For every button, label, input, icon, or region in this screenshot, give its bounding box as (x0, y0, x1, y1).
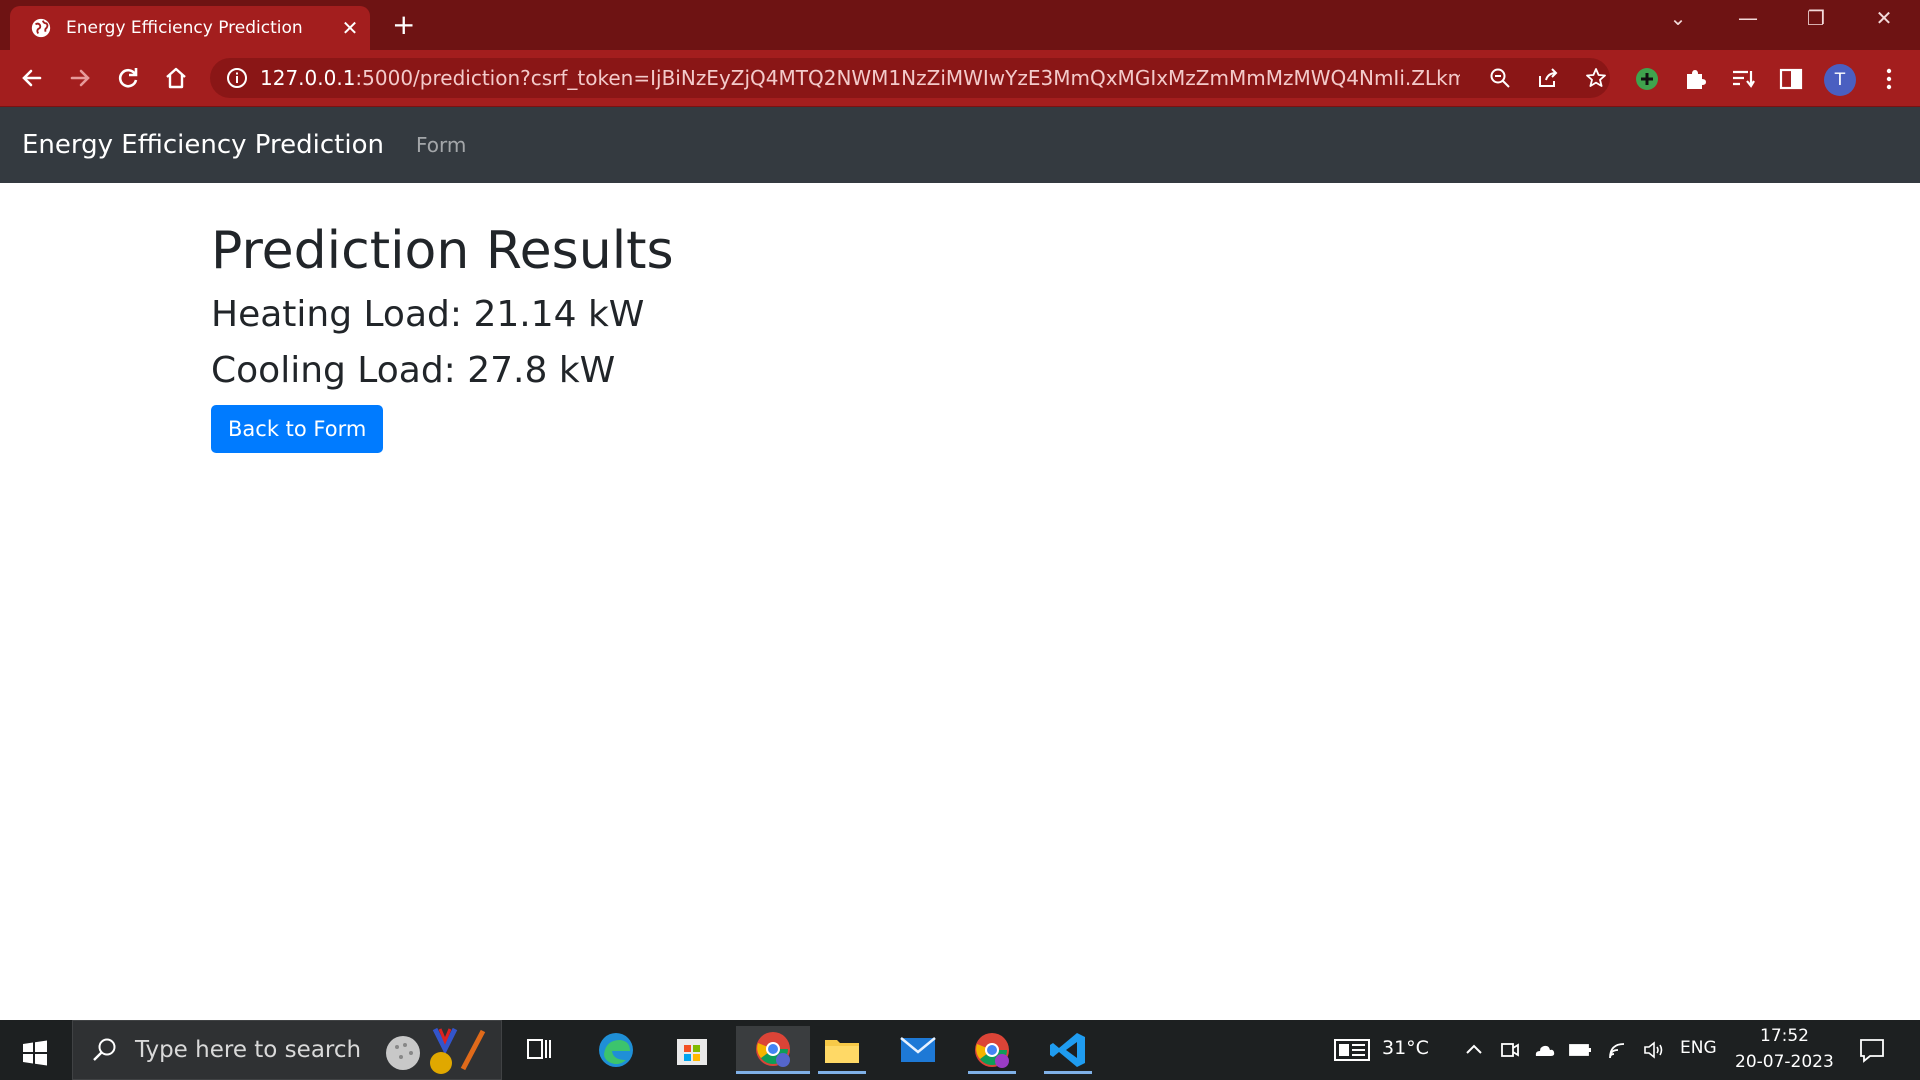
nav-link-form[interactable]: Form (416, 133, 466, 157)
minimize-button[interactable]: — (1728, 6, 1768, 30)
back-arrow-icon[interactable] (16, 62, 48, 94)
reading-list-icon[interactable] (1730, 66, 1756, 92)
search-icon (93, 1038, 116, 1061)
extensions-puzzle-icon[interactable] (1682, 66, 1708, 92)
kebab-menu-icon[interactable] (1876, 66, 1902, 92)
profile-avatar[interactable]: T (1824, 64, 1856, 96)
taskbar-mail[interactable] (888, 1026, 948, 1074)
microsoft-store-icon (677, 1039, 707, 1065)
taskbar-edge[interactable] (586, 1026, 646, 1074)
running-indicator (1044, 1071, 1092, 1074)
folder-icon (825, 1040, 859, 1063)
taskbar-file-explorer[interactable] (812, 1026, 872, 1074)
app-navbar: Energy Efficiency Prediction Form (0, 107, 1920, 183)
back-to-form-button[interactable]: Back to Form (211, 405, 384, 453)
chrome-profile-icon (975, 1033, 1009, 1068)
chevron-up-icon[interactable] (1462, 1038, 1486, 1062)
taskbar-chrome-active[interactable] (736, 1026, 810, 1074)
extension-plus-icon[interactable] (1634, 66, 1660, 92)
bookmark-star-icon[interactable] (1584, 66, 1608, 90)
address-bar[interactable]: 127.0.0.1:5000/prediction?csrf_token=IjB… (210, 58, 1610, 98)
notification-center-icon[interactable] (1858, 1036, 1886, 1064)
taskbar-search-box[interactable]: Type here to search (72, 1020, 502, 1080)
mail-icon (900, 1037, 936, 1062)
browser-tab-strip: Energy Efficiency Prediction ✕ + ⌄ — ❐ ✕ (0, 0, 1920, 50)
window-close-button[interactable]: ✕ (1864, 6, 1904, 30)
restore-button[interactable]: ❐ (1796, 6, 1836, 30)
cooling-load-result: Cooling Load: 27.8 kW (211, 350, 616, 391)
url-host: 127.0.0.1 (260, 66, 356, 90)
site-info-icon[interactable] (226, 67, 248, 89)
battery-icon[interactable] (1568, 1038, 1592, 1062)
windows-taskbar: Type here to search 31°C ENG 17:52 20-07… (0, 1020, 1920, 1080)
tab-close-icon[interactable]: ✕ (330, 16, 370, 40)
url-text[interactable]: 127.0.0.1:5000/prediction?csrf_token=IjB… (260, 66, 1460, 90)
taskbar-chrome-profile[interactable] (962, 1026, 1022, 1074)
input-language[interactable]: ENG (1680, 1038, 1717, 1058)
share-icon[interactable] (1536, 66, 1560, 90)
volume-icon[interactable] (1642, 1038, 1666, 1062)
heating-load-result: Heating Load: 21.14 kW (211, 294, 645, 335)
taskbar-vscode[interactable] (1038, 1026, 1098, 1074)
clock-time[interactable]: 17:52 (1760, 1026, 1809, 1046)
taskbar-store[interactable] (662, 1026, 722, 1074)
running-indicator (818, 1071, 866, 1074)
reload-icon[interactable] (112, 62, 144, 94)
tab-energy-efficiency-prediction[interactable]: Energy Efficiency Prediction ✕ (10, 6, 370, 50)
zoom-icon[interactable] (1488, 66, 1512, 90)
new-tab-button[interactable]: + (392, 10, 415, 40)
windows-start-icon[interactable] (22, 1040, 48, 1066)
main-content: Prediction Results Heating Load: 21.14 k… (211, 215, 674, 453)
globe-icon (31, 18, 51, 38)
weather-temperature[interactable]: 31°C (1382, 1037, 1429, 1059)
running-indicator (968, 1071, 1016, 1074)
clock-date[interactable]: 20-07-2023 (1735, 1052, 1834, 1072)
onedrive-icon[interactable] (1532, 1038, 1556, 1062)
edge-icon (599, 1033, 633, 1067)
task-view-button[interactable] (510, 1026, 570, 1074)
news-widget-icon[interactable] (1334, 1038, 1370, 1062)
side-panel-icon[interactable] (1778, 66, 1804, 92)
chrome-icon (756, 1031, 790, 1067)
home-icon[interactable] (160, 62, 192, 94)
navbar-brand[interactable]: Energy Efficiency Prediction (22, 130, 384, 160)
browser-toolbar: 127.0.0.1:5000/prediction?csrf_token=IjB… (0, 50, 1920, 107)
url-path: :5000/prediction?csrf_token=IjBiNzEyZjQ4… (355, 66, 1460, 90)
vscode-icon (1050, 1033, 1085, 1067)
meet-now-icon[interactable] (1498, 1038, 1522, 1062)
search-highlight-icon (386, 1027, 486, 1074)
tab-search-icon[interactable]: ⌄ (1658, 6, 1698, 30)
tab-title: Energy Efficiency Prediction (66, 18, 303, 38)
page-title: Prediction Results (211, 221, 674, 281)
task-view-icon (527, 1039, 551, 1059)
search-placeholder: Type here to search (135, 1037, 362, 1063)
wifi-icon[interactable] (1606, 1038, 1630, 1062)
forward-arrow-icon[interactable] (64, 62, 96, 94)
